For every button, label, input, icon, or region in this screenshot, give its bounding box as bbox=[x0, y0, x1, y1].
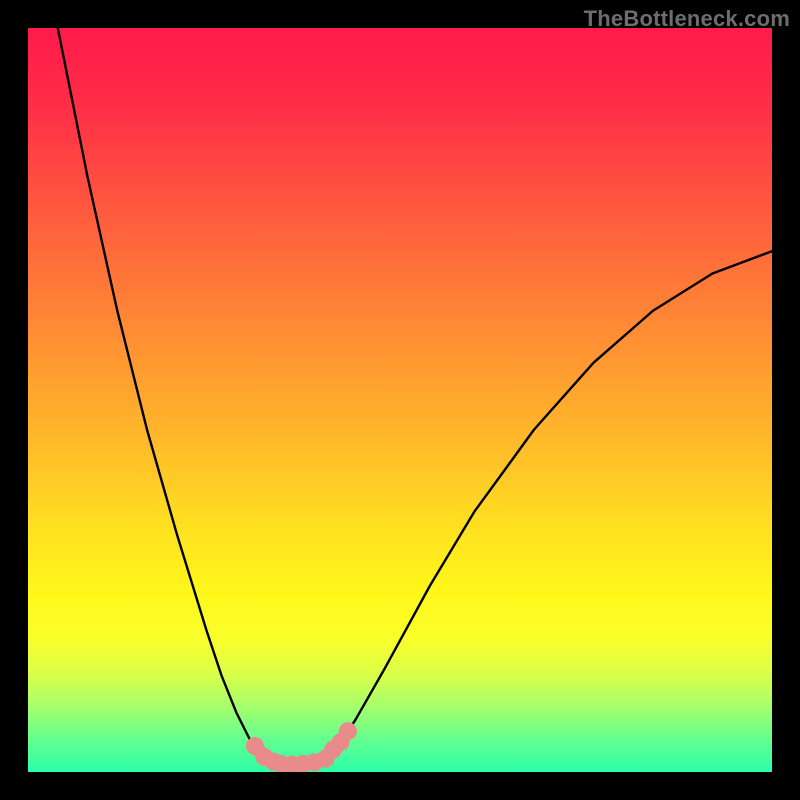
curve-line bbox=[58, 28, 772, 765]
chart-svg bbox=[28, 28, 772, 772]
watermark-text: TheBottleneck.com bbox=[584, 6, 790, 32]
plot-area bbox=[28, 28, 772, 772]
highlight-markers bbox=[246, 722, 357, 772]
